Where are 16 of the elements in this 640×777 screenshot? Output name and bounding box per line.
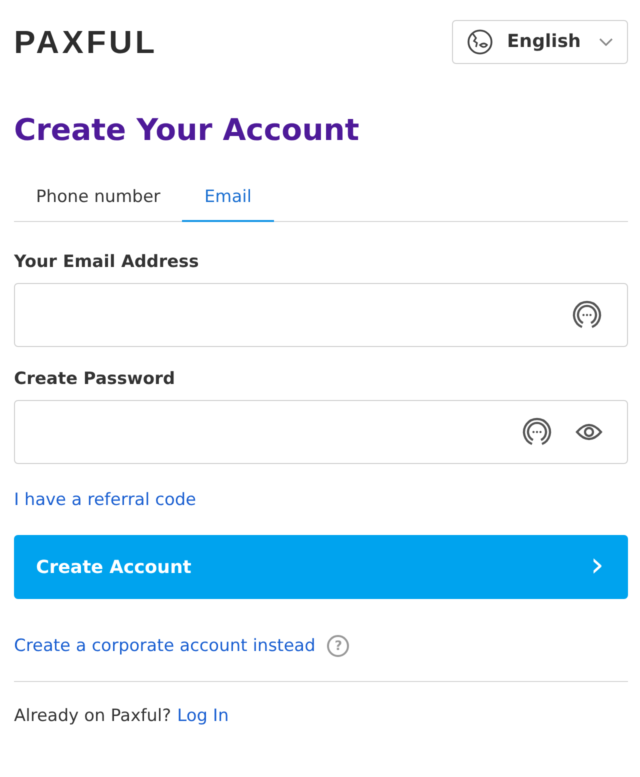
- login-prompt: Already on Paxful?: [14, 706, 172, 726]
- login-link[interactable]: Log In: [177, 706, 229, 726]
- referral-link[interactable]: I have a referral code: [14, 490, 196, 510]
- corporate-account-link[interactable]: Create a corporate account instead: [14, 636, 316, 656]
- language-selector[interactable]: English: [452, 20, 628, 64]
- eye-icon[interactable]: [575, 422, 603, 442]
- field-label: Your Email Address: [14, 252, 200, 272]
- chevron-down-icon: [599, 38, 613, 46]
- page-title: Create Your Account: [14, 112, 360, 150]
- input-field[interactable]: [14, 400, 628, 464]
- field-label: Create Password: [14, 369, 176, 389]
- globe-icon: [467, 28, 493, 54]
- logo[interactable]: PAXFUL: [14, 24, 158, 60]
- input-field[interactable]: [14, 283, 628, 347]
- tab[interactable]: Email: [182, 176, 274, 222]
- tab[interactable]: Phone number: [14, 176, 182, 222]
